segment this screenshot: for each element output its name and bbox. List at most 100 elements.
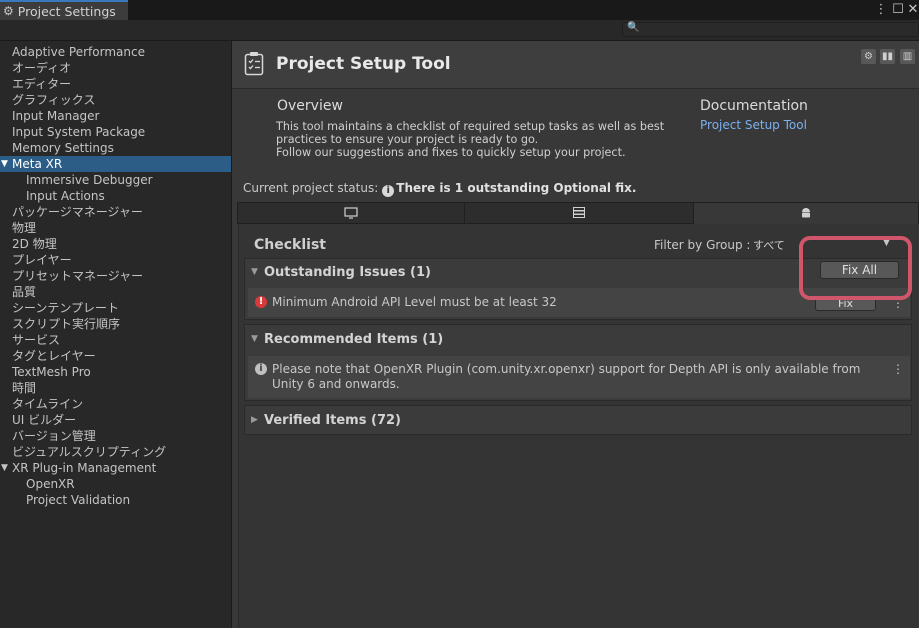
documentation-link[interactable]: Project Setup Tool bbox=[700, 118, 807, 132]
sidebar-item-physics[interactable]: 物理 bbox=[0, 220, 231, 236]
tab-desktop[interactable] bbox=[237, 202, 465, 224]
filter-label: Filter by Group : bbox=[654, 238, 751, 252]
sidebar-item-services[interactable]: サービス bbox=[0, 332, 231, 348]
sidebar-item-label: グラフィックス bbox=[12, 93, 96, 107]
sidebar-item-label: オーディオ bbox=[12, 61, 72, 75]
sidebar-item-player[interactable]: プレイヤー bbox=[0, 252, 231, 268]
sidebar-item-label: エディター bbox=[12, 77, 72, 91]
expand-triangle-icon[interactable]: ▼ bbox=[251, 267, 258, 277]
info-icon: i bbox=[382, 185, 395, 197]
sidebar-item-label: XR Plug-in Management bbox=[12, 461, 157, 475]
sidebar-item-audio[interactable]: オーディオ bbox=[0, 60, 231, 76]
sidebar-item-label: Meta XR bbox=[12, 157, 63, 171]
expand-triangle-icon[interactable]: ▼ bbox=[1, 156, 8, 172]
window-tab[interactable]: ⚙ Project Settings bbox=[0, 0, 128, 20]
checklist-title: Checklist bbox=[254, 237, 326, 253]
sidebar-item-label: Input System Package bbox=[12, 125, 146, 139]
sidebar-item-label: 時間 bbox=[12, 381, 37, 395]
sidebar-item-graphics[interactable]: グラフィックス bbox=[0, 92, 231, 108]
maximize-icon[interactable]: ☐ bbox=[891, 1, 905, 19]
overview-line: practices to ensure your project is read… bbox=[276, 133, 539, 146]
sidebar-item-version-control[interactable]: バージョン管理 bbox=[0, 428, 231, 444]
clipboard-checklist-icon bbox=[244, 52, 264, 76]
overview-line: This tool maintains a checklist of requi… bbox=[276, 120, 665, 133]
overview-text: This tool maintains a checklist of requi… bbox=[276, 120, 676, 159]
expand-triangle-right-icon[interactable]: ▶ bbox=[251, 415, 258, 425]
sidebar-item-time[interactable]: 時間 bbox=[0, 380, 231, 396]
sidebar-item-label: Project Validation bbox=[26, 493, 131, 507]
issue-text: Minimum Android API Level must be at lea… bbox=[272, 295, 557, 309]
group-title-verified[interactable]: Verified Items (72) bbox=[264, 413, 401, 428]
sidebar-item-ui-builder[interactable]: UI ビルダー bbox=[0, 412, 231, 428]
sidebar-item-label: Input Actions bbox=[26, 189, 105, 203]
overview-title: Overview bbox=[277, 98, 343, 114]
sidebar-item-textmesh-pro[interactable]: TextMesh Pro bbox=[0, 364, 231, 380]
sidebar-item-openxr[interactable]: OpenXR bbox=[0, 476, 231, 492]
info-icon: i bbox=[255, 363, 267, 375]
more-options-icon[interactable]: ⋮ bbox=[892, 362, 904, 376]
search-icon: 🔍 bbox=[627, 22, 640, 33]
sidebar-item-preset-manager[interactable]: プリセットマネージャー bbox=[0, 268, 231, 284]
sidebar-item-timeline[interactable]: タイムライン bbox=[0, 396, 231, 412]
settings-gear-icon[interactable]: ⚙ bbox=[861, 49, 876, 64]
filter-dropdown[interactable]: すべて bbox=[753, 237, 785, 253]
window-menu-icon[interactable]: ⋮ bbox=[874, 1, 888, 19]
sidebar-item-script-execution-order[interactable]: スクリプト実行順序 bbox=[0, 316, 231, 332]
group-title-outstanding[interactable]: Outstanding Issues (1) bbox=[264, 265, 431, 280]
tab-android[interactable] bbox=[693, 202, 919, 224]
sidebar-item-physics-2d[interactable]: 2D 物理 bbox=[0, 236, 231, 252]
window-tab-title: Project Settings bbox=[17, 3, 116, 19]
sidebar-item-label: 品質 bbox=[12, 285, 37, 299]
sidebar-item-label: パッケージマネージャー bbox=[12, 205, 143, 219]
sidebar-item-label: OpenXR bbox=[26, 477, 75, 491]
sidebar-item-label: TextMesh Pro bbox=[12, 365, 91, 379]
server-icon bbox=[573, 207, 585, 218]
sidebar-item-label: サービス bbox=[12, 333, 61, 347]
sidebar-item-label: バージョン管理 bbox=[12, 429, 96, 443]
sidebar-item-visual-scripting[interactable]: ビジュアルスクリプティング bbox=[0, 444, 231, 460]
error-icon: ! bbox=[255, 296, 267, 308]
group-title-recommended[interactable]: Recommended Items (1) bbox=[264, 332, 443, 347]
sidebar-item-project-validation[interactable]: Project Validation bbox=[0, 492, 231, 508]
close-icon[interactable]: ✕ bbox=[906, 1, 919, 19]
expand-triangle-icon[interactable]: ▼ bbox=[251, 334, 258, 344]
recommendation-line: Unity 6 and onwards. bbox=[272, 377, 400, 391]
status-label: Current project status: bbox=[243, 181, 379, 195]
sidebar-item-input-system-package[interactable]: Input System Package bbox=[0, 124, 231, 140]
sidebar-item-adaptive-performance[interactable]: Adaptive Performance bbox=[0, 44, 231, 60]
sidebar-item-tags-and-layers[interactable]: タグとレイヤー bbox=[0, 348, 231, 364]
sidebar-item-label: UI ビルダー bbox=[12, 413, 77, 427]
page-title: Project Setup Tool bbox=[276, 54, 451, 74]
sidebar-item-label: Input Manager bbox=[12, 109, 100, 123]
title-bar bbox=[0, 0, 919, 20]
sidebar-item-label: Immersive Debugger bbox=[26, 173, 153, 187]
sidebar-item-label: スクリプト実行順序 bbox=[12, 317, 121, 331]
package-icon[interactable]: ▥ bbox=[900, 49, 915, 64]
sidebar-item-label: Adaptive Performance bbox=[12, 45, 145, 59]
sidebar-item-input-manager[interactable]: Input Manager bbox=[0, 108, 231, 124]
sidebar-item-meta-xr[interactable]: ▼ Meta XR bbox=[0, 156, 231, 172]
sidebar-item-scene-template[interactable]: シーンテンプレート bbox=[0, 300, 231, 316]
sidebar-item-package-manager[interactable]: パッケージマネージャー bbox=[0, 204, 231, 220]
sidebar-item-label: タイムライン bbox=[12, 397, 84, 411]
search-input[interactable]: 🔍 bbox=[622, 22, 919, 37]
sidebar-item-input-actions[interactable]: Input Actions bbox=[0, 188, 231, 204]
sidebar: Adaptive Performance オーディオ エディター グラフィックス… bbox=[0, 41, 232, 628]
overview-line: Follow our suggestions and fixes to quic… bbox=[276, 146, 626, 159]
sidebar-item-quality[interactable]: 品質 bbox=[0, 284, 231, 300]
layout-icon[interactable]: ▮▮ bbox=[880, 49, 895, 64]
sidebar-item-label: 物理 bbox=[12, 221, 37, 235]
expand-triangle-icon[interactable]: ▼ bbox=[1, 460, 8, 476]
tab-server[interactable] bbox=[464, 202, 694, 224]
sidebar-item-immersive-debugger[interactable]: Immersive Debugger bbox=[0, 172, 231, 188]
highlight-annotation bbox=[799, 236, 912, 300]
sidebar-item-memory-settings[interactable]: Memory Settings bbox=[0, 140, 231, 156]
sidebar-item-label: ビジュアルスクリプティング bbox=[12, 445, 167, 459]
sidebar-item-editor[interactable]: エディター bbox=[0, 76, 231, 92]
status-value: There is 1 outstanding Optional fix. bbox=[396, 181, 637, 195]
sidebar-item-label: シーンテンプレート bbox=[12, 301, 120, 315]
sidebar-item-xr-plugin-management[interactable]: ▼ XR Plug-in Management bbox=[0, 460, 231, 476]
project-status: Current project status: i There is 1 outst… bbox=[243, 181, 636, 197]
recommendation-text: Please note that OpenXR Plugin (com.unit… bbox=[272, 362, 882, 392]
gear-icon: ⚙ bbox=[3, 4, 14, 18]
